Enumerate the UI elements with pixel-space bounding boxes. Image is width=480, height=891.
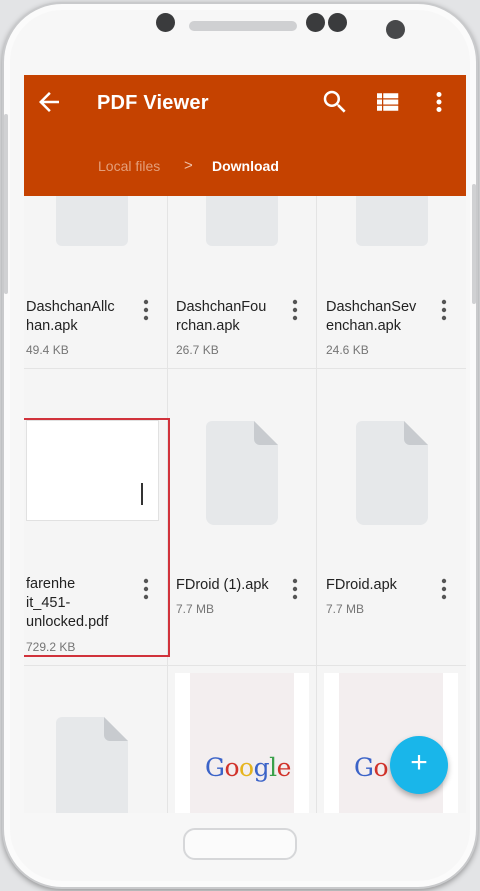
file-menu-icon[interactable] [285, 576, 305, 602]
breadcrumb-local-files[interactable]: Local files [98, 158, 160, 174]
front-sensor [156, 13, 175, 32]
file-size: 49.4 KB [26, 343, 69, 357]
more-vert-icon[interactable] [424, 87, 454, 117]
list-view-icon[interactable] [372, 87, 402, 117]
file-name: DashchanSev enchan.apk [326, 299, 417, 334]
proximity-sensor [306, 13, 325, 32]
file-menu-icon[interactable] [434, 297, 454, 323]
file-thumbnail-icon [56, 196, 128, 246]
file-size: 26.7 KB [176, 343, 219, 357]
earpiece-speaker [189, 21, 297, 31]
search-icon[interactable] [320, 87, 350, 117]
file-menu-icon[interactable] [136, 297, 156, 323]
google-logo: Google [205, 753, 291, 782]
plus-icon: + [410, 746, 428, 779]
file-icon [56, 717, 128, 813]
google-logo: Go [354, 753, 389, 782]
file-size: 24.6 KB [326, 343, 369, 357]
file-name: FDroid.apk [326, 577, 397, 593]
file-menu-icon[interactable] [434, 576, 454, 602]
grid-divider [316, 196, 317, 813]
google-page [190, 673, 294, 813]
grid-divider [24, 665, 466, 666]
phone-side-button-right [472, 184, 476, 304]
light-sensor [328, 13, 347, 32]
phone-side-button-left [4, 114, 8, 294]
file-thumbnail-icon [356, 196, 428, 246]
breadcrumb-download[interactable]: Download [212, 158, 279, 174]
file-name: DashchanAllc han.apk [26, 299, 115, 334]
app-bar: PDF Viewer Local files > Download [24, 75, 466, 196]
file-menu-icon[interactable] [285, 297, 305, 323]
file-name: FDroid (1).apk [176, 577, 269, 593]
apk-file-icon [206, 421, 278, 525]
add-fab-button[interactable]: + [390, 736, 448, 794]
grid-divider [24, 368, 466, 369]
selection-highlight [24, 418, 170, 657]
app-title: PDF Viewer [97, 92, 209, 114]
back-arrow-icon[interactable] [34, 87, 64, 117]
file-thumbnail-icon [206, 196, 278, 246]
google-thumbnail: Google [175, 673, 309, 813]
apk-file-icon [356, 421, 428, 525]
file-name: DashchanFou rchan.apk [176, 299, 267, 334]
file-size: 7.7 MB [176, 602, 215, 616]
app-screen: PDF Viewer Local files > Download Dashch… [24, 75, 466, 813]
file-size: 7.7 MB [326, 602, 365, 616]
front-camera [386, 20, 405, 39]
home-button[interactable] [183, 828, 297, 860]
breadcrumb-separator-icon: > [184, 157, 193, 174]
